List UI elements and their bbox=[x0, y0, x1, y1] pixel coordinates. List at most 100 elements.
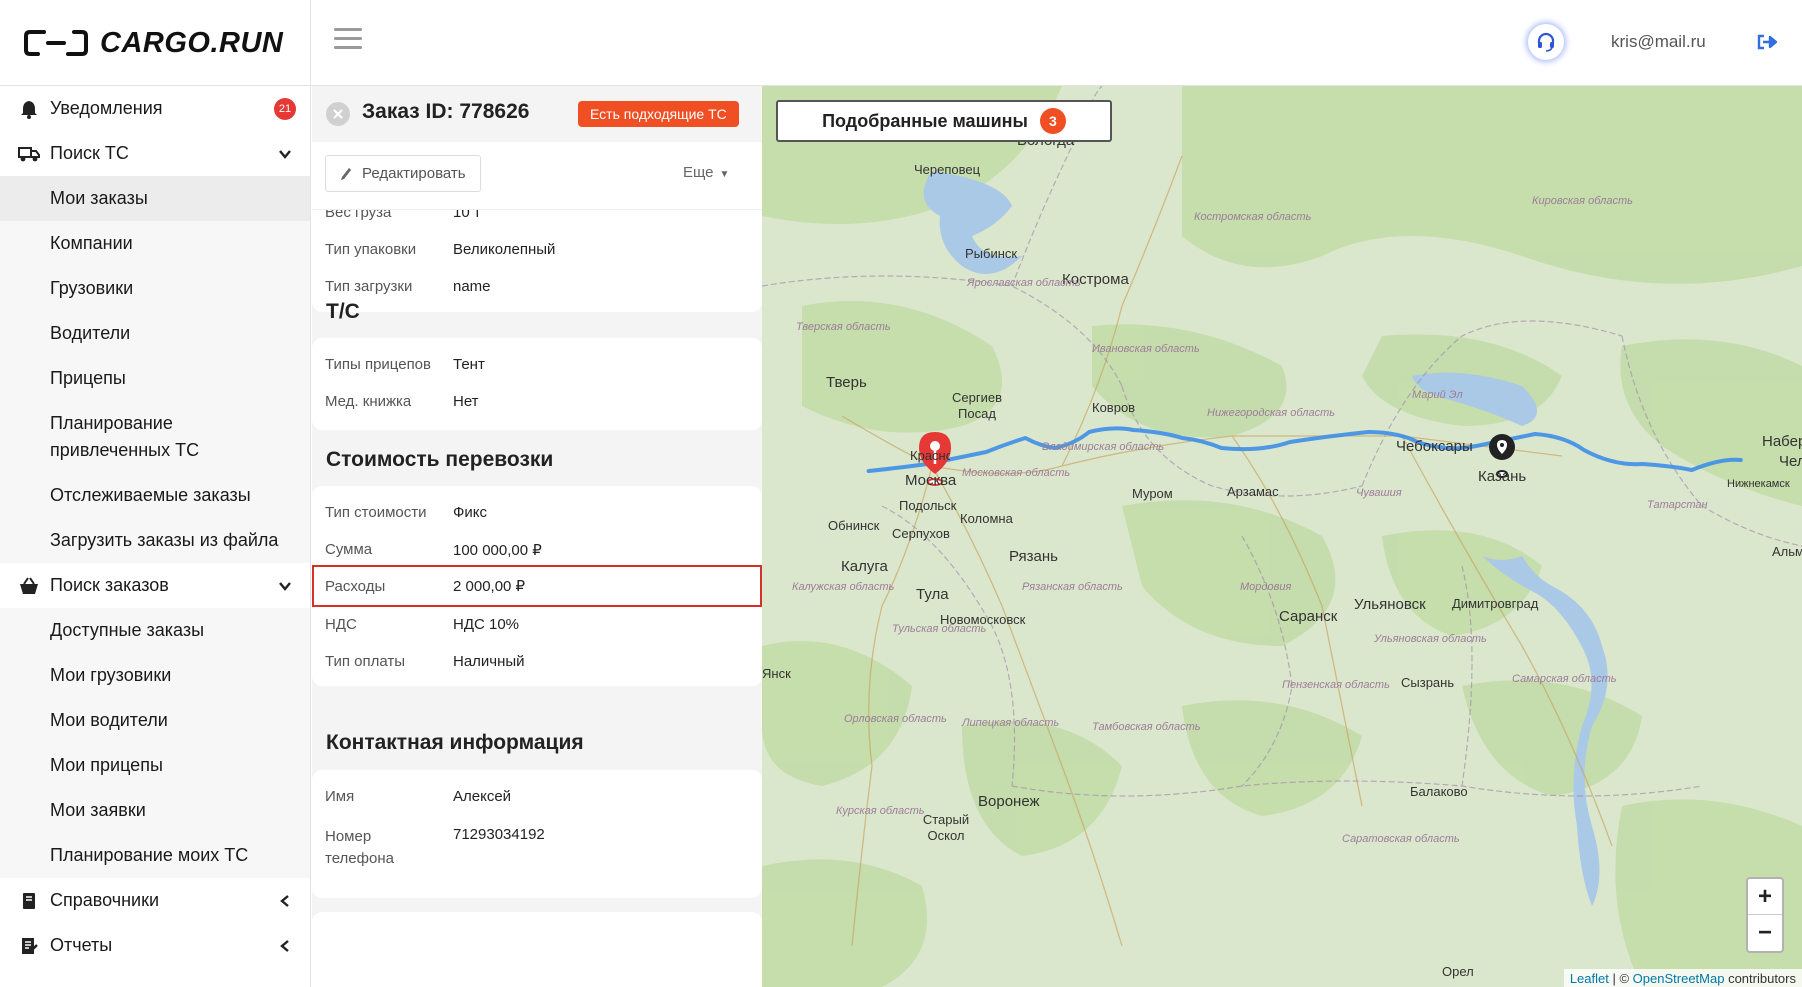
detail-row-medical-book: Мед. книжка Нет bbox=[312, 383, 762, 420]
map-city-label: Арзамас bbox=[1227, 484, 1279, 499]
sidebar-item-reports[interactable]: Отчеты bbox=[0, 923, 310, 968]
row-value: Алексей bbox=[453, 788, 512, 805]
row-value: name bbox=[453, 278, 491, 295]
sidebar-item-planning-attracted[interactable]: Планирование привлеченных ТС bbox=[0, 401, 310, 473]
sidebar-item-label: Планирование привлеченных ТС bbox=[50, 413, 200, 460]
leaflet-link[interactable]: Leaflet bbox=[1570, 971, 1609, 986]
hamburger-icon[interactable] bbox=[334, 28, 362, 52]
map-region-label: Владимирская область bbox=[1042, 441, 1165, 453]
sidebar-item-label: Уведомления bbox=[50, 98, 163, 118]
map-city-label: Саранск bbox=[1279, 608, 1338, 625]
map-region-label: Курская область bbox=[836, 805, 925, 817]
map-city-label: Серпухов bbox=[892, 526, 950, 541]
map-region-label: Нижегородская область bbox=[1207, 407, 1336, 419]
row-label: НДС bbox=[325, 616, 357, 633]
logo[interactable]: CARGO.RUN bbox=[0, 0, 311, 86]
sidebar-item-label: Мои заказы bbox=[50, 188, 148, 208]
sidebar-item-companies[interactable]: Компании bbox=[0, 221, 310, 266]
sidebar-item-trailers[interactable]: Прицепы bbox=[0, 356, 310, 401]
map-region-label: Татарстан bbox=[1647, 499, 1708, 511]
support-button[interactable] bbox=[1528, 24, 1564, 60]
map-city-label: Челн bbox=[1779, 453, 1802, 470]
contact-card: Имя Алексей Номер телефона 71293034192 bbox=[312, 770, 762, 898]
sidebar-item-my-trucks[interactable]: Мои грузовики bbox=[0, 653, 310, 698]
sidebar-item-my-trailers[interactable]: Мои прицепы bbox=[0, 743, 310, 788]
sidebar-item-tracked-orders[interactable]: Отслеживаемые заказы bbox=[0, 473, 310, 518]
sidebar-item-upload-orders[interactable]: Загрузить заказы из файла bbox=[0, 518, 310, 563]
row-label: Мед. книжка bbox=[325, 393, 412, 410]
truck-icon bbox=[18, 146, 40, 161]
logout-icon[interactable] bbox=[1756, 32, 1778, 52]
bell-icon bbox=[21, 100, 37, 119]
row-label: Тип упаковки bbox=[325, 241, 417, 258]
map-region-label: Тверская область bbox=[796, 321, 891, 333]
row-label: Тип оплаты bbox=[325, 653, 406, 670]
sidebar-item-label: Доступные заказы bbox=[50, 620, 205, 640]
map-city-label: Орел bbox=[1442, 964, 1474, 979]
row-value: Великолепный bbox=[453, 241, 556, 258]
row-label: Тип загрузки bbox=[325, 278, 413, 295]
sidebar-item-available-orders[interactable]: Доступные заказы bbox=[0, 608, 310, 653]
map-region-label: Орловская область bbox=[844, 713, 947, 725]
zoom-out-button[interactable]: − bbox=[1748, 915, 1782, 951]
sidebar-item-my-orders[interactable]: Мои заказы bbox=[0, 176, 310, 221]
sidebar-item-drivers[interactable]: Водители bbox=[0, 311, 310, 356]
map-city-label: Альметь bbox=[1772, 544, 1802, 559]
row-label: Типы прицепов bbox=[325, 356, 431, 373]
row-label: Сумма bbox=[325, 541, 373, 558]
sidebar-item-my-requests[interactable]: Мои заявки bbox=[0, 788, 310, 833]
osm-link[interactable]: OpenStreetMap bbox=[1633, 971, 1725, 986]
matching-vehicles-badge[interactable]: Есть подходящие ТС bbox=[578, 101, 739, 127]
zoom-in-button[interactable]: + bbox=[1748, 879, 1782, 915]
basket-icon bbox=[20, 576, 38, 594]
map-city-label: Чебоксары bbox=[1396, 438, 1473, 455]
row-label: Тип стоимости bbox=[325, 504, 427, 521]
more-dropdown[interactable]: Еще ▼ bbox=[683, 164, 729, 181]
sidebar-item-notifications[interactable]: Уведомления 21 bbox=[0, 86, 310, 131]
sidebar-item-my-drivers[interactable]: Мои водители bbox=[0, 698, 310, 743]
row-value: 2 000,00 ₽ bbox=[453, 578, 526, 595]
map-city-label: Янск bbox=[762, 666, 791, 681]
route-map[interactable]: Вологда Череповец Рыбинск Кострома Тверь… bbox=[762, 86, 1802, 987]
close-button[interactable] bbox=[326, 102, 350, 126]
sidebar-item-search-orders[interactable]: Поиск заказов bbox=[0, 563, 310, 608]
sidebar-item-label: Прицепы bbox=[50, 368, 126, 388]
sidebar-item-label: Планирование моих ТС bbox=[50, 845, 249, 865]
sidebar-item-search-vehicles[interactable]: Поиск ТС bbox=[0, 131, 310, 176]
detail-row-packaging: Тип упаковки Великолепный bbox=[312, 231, 762, 268]
chevron-down-icon: ▼ bbox=[719, 169, 730, 180]
map-city-label: Ковров bbox=[1092, 400, 1136, 415]
map-city-label: Рыбинск bbox=[965, 246, 1018, 261]
map-city-label: Муром bbox=[1132, 486, 1173, 501]
map-region-label: Липецкая область bbox=[962, 717, 1060, 729]
book-icon bbox=[23, 892, 35, 909]
sidebar-item-references[interactable]: Справочники bbox=[0, 878, 310, 923]
edit-button[interactable]: Редактировать bbox=[325, 155, 481, 192]
matched-vehicles-count: 3 bbox=[1039, 108, 1066, 134]
order-header: Заказ ID: 778626 Есть подходящие ТС bbox=[312, 86, 762, 142]
sidebar-item-label: Загрузить заказы из файла bbox=[50, 530, 279, 550]
sidebar-item-label: Справочники bbox=[50, 890, 160, 910]
user-email[interactable]: kris@mail.ru bbox=[1611, 32, 1706, 52]
row-value: Фикс bbox=[453, 504, 488, 521]
sidebar-item-label: Мои водители bbox=[50, 710, 168, 730]
matched-vehicles-button[interactable]: Подобранные машины 3 bbox=[776, 100, 1112, 142]
map-region-label: Ульяновская область bbox=[1374, 633, 1487, 645]
row-label: Имя bbox=[325, 788, 355, 805]
map-city-label: Коломна bbox=[960, 511, 1013, 526]
edit-button-label: Редактировать bbox=[362, 165, 466, 182]
detail-row-trailer-types: Типы прицепов Тент bbox=[312, 346, 762, 383]
sidebar-item-planning-my[interactable]: Планирование моих ТС bbox=[0, 833, 310, 878]
sidebar-item-label: Отчеты bbox=[50, 935, 113, 955]
sidebar-item-label: Водители bbox=[50, 323, 131, 343]
map-city-label: Рязань bbox=[1009, 548, 1058, 565]
order-toolbar: Редактировать Еще ▼ bbox=[312, 142, 762, 210]
headset-icon bbox=[1537, 32, 1555, 52]
sidebar-item-trucks[interactable]: Грузовики bbox=[0, 266, 310, 311]
matched-vehicles-label: Подобранные машины bbox=[822, 110, 1028, 131]
more-dropdown-label: Еще bbox=[683, 164, 714, 181]
contact-section-header: Контактная информация bbox=[326, 731, 584, 754]
detail-row-loading: Тип загрузки name bbox=[312, 268, 762, 305]
map-city-label: Балаково bbox=[1410, 784, 1468, 799]
row-value: Наличный bbox=[453, 653, 525, 670]
